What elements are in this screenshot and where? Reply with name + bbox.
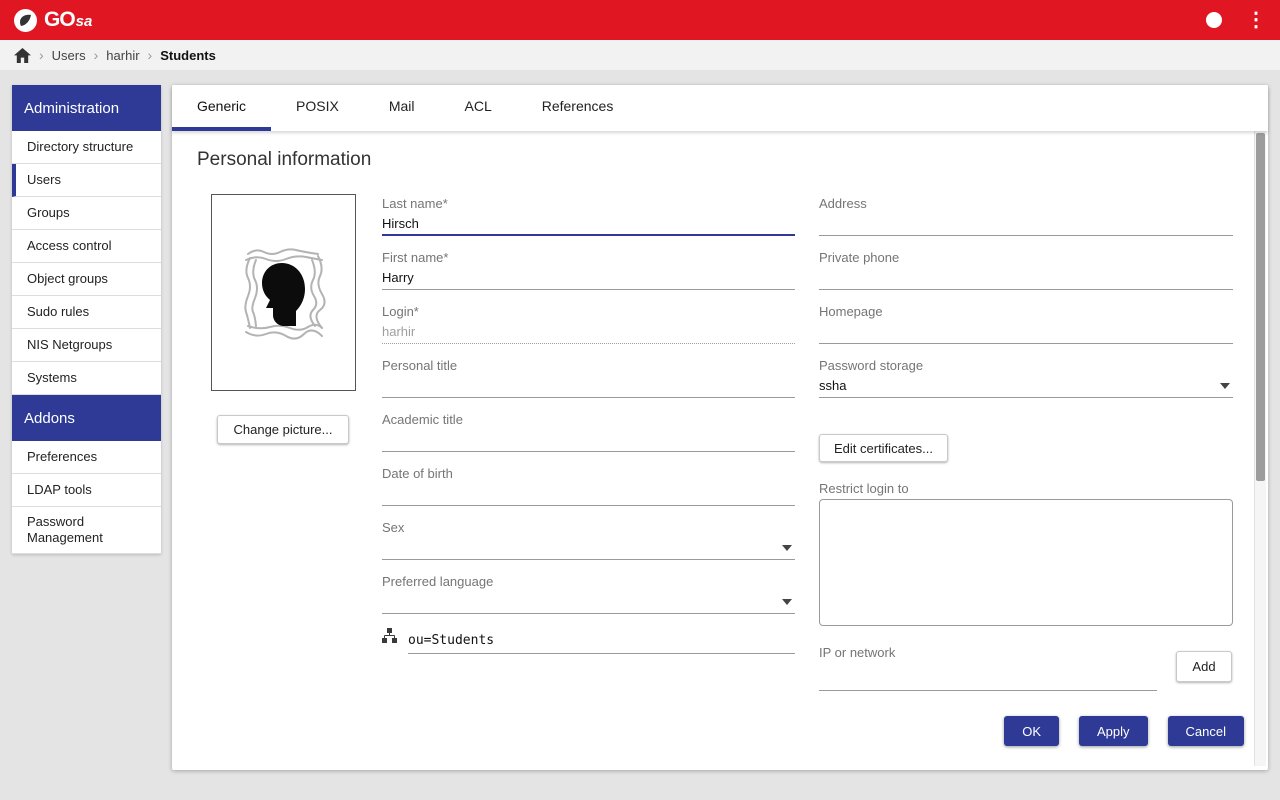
address-label: Address xyxy=(819,196,1233,212)
last-name-field: Last name* xyxy=(382,196,795,236)
form-column-right: Address Private phone Homepage Password … xyxy=(819,196,1233,685)
tab-acl[interactable]: ACL xyxy=(440,85,517,131)
breadcrumb-separator: › xyxy=(39,47,44,63)
top-bar-actions: ⋮ xyxy=(1206,12,1266,28)
address-field: Address xyxy=(819,196,1233,236)
first-name-label: First name* xyxy=(382,250,795,266)
sidebar-item-users[interactable]: Users xyxy=(12,164,161,197)
sidebar-item-password-management[interactable]: Password Management xyxy=(12,507,161,554)
sidebar-item-systems[interactable]: Systems xyxy=(12,362,161,395)
password-storage-field: Password storage xyxy=(819,358,1233,398)
last-name-input[interactable] xyxy=(382,212,795,236)
base-field xyxy=(382,628,795,654)
edit-certificates-button[interactable]: Edit certificates... xyxy=(819,434,948,462)
home-icon[interactable] xyxy=(14,48,31,63)
date-of-birth-field: Date of birth xyxy=(382,466,795,506)
first-name-field: First name* xyxy=(382,250,795,290)
sidebar-item-preferences[interactable]: Preferences xyxy=(12,441,161,474)
logo-text-sa: sa xyxy=(76,13,93,30)
sex-select[interactable] xyxy=(382,536,795,560)
login-field: Login* xyxy=(382,304,795,344)
status-circle[interactable] xyxy=(1206,12,1222,28)
logo-text-go: GO xyxy=(44,8,75,31)
restrict-login-textarea[interactable] xyxy=(819,499,1233,626)
sidebar: Administration Directory structure Users… xyxy=(12,85,161,554)
page-title: Personal information xyxy=(197,149,371,171)
personal-title-field: Personal title xyxy=(382,358,795,398)
tab-references[interactable]: References xyxy=(517,85,639,131)
homepage-input[interactable] xyxy=(819,320,1233,344)
login-label: Login* xyxy=(382,304,795,320)
tab-generic[interactable]: Generic xyxy=(172,85,271,131)
tab-posix[interactable]: POSIX xyxy=(271,85,364,131)
date-of-birth-input[interactable] xyxy=(382,482,795,506)
address-input[interactable] xyxy=(819,212,1233,236)
academic-title-label: Academic title xyxy=(382,412,795,428)
first-name-input[interactable] xyxy=(382,266,795,290)
sidebar-item-directory-structure[interactable]: Directory structure xyxy=(12,131,161,164)
homepage-label: Homepage xyxy=(819,304,1233,320)
gosa-logo: GOsa xyxy=(14,8,92,32)
date-of-birth-label: Date of birth xyxy=(382,466,795,482)
top-bar: GOsa ⋮ xyxy=(0,0,1280,40)
restrict-login-label: Restrict login to xyxy=(819,481,1233,496)
cancel-button[interactable]: Cancel xyxy=(1168,716,1244,746)
homepage-field: Homepage xyxy=(819,304,1233,344)
sidebar-item-sudo-rules[interactable]: Sudo rules xyxy=(12,296,161,329)
scrollbar-thumb[interactable] xyxy=(1256,133,1265,481)
breadcrumb-item-students: Students xyxy=(160,48,216,63)
private-phone-field: Private phone xyxy=(819,250,1233,290)
academic-title-field: Academic title xyxy=(382,412,795,452)
form-column-left: Last name* First name* Login* Personal t… xyxy=(382,196,795,654)
scrollbar-track[interactable] xyxy=(1254,131,1266,766)
sidebar-item-object-groups[interactable]: Object groups xyxy=(12,263,161,296)
password-storage-label: Password storage xyxy=(819,358,1233,374)
breadcrumb-item-harhir[interactable]: harhir xyxy=(106,48,139,63)
sidebar-item-ldap-tools[interactable]: LDAP tools xyxy=(12,474,161,507)
gosa-logo-icon xyxy=(14,9,37,32)
preferred-language-label: Preferred language xyxy=(382,574,795,590)
sex-label: Sex xyxy=(382,520,795,536)
base-input[interactable] xyxy=(408,628,795,654)
login-input xyxy=(382,320,795,344)
sidebar-item-access-control[interactable]: Access control xyxy=(12,230,161,263)
change-picture-button[interactable]: Change picture... xyxy=(217,415,349,444)
academic-title-input[interactable] xyxy=(382,428,795,452)
preferred-language-field: Preferred language xyxy=(382,574,795,614)
kebab-menu-icon[interactable]: ⋮ xyxy=(1246,12,1266,28)
breadcrumb-separator: › xyxy=(148,47,153,63)
password-storage-select[interactable] xyxy=(819,374,1233,398)
add-button[interactable]: Add xyxy=(1176,651,1232,682)
personal-title-label: Personal title xyxy=(382,358,795,374)
private-phone-input[interactable] xyxy=(819,266,1233,290)
personal-title-input[interactable] xyxy=(382,374,795,398)
ok-button[interactable]: OK xyxy=(1004,716,1059,746)
ip-or-network-input[interactable] xyxy=(819,667,1157,691)
head-silhouette xyxy=(262,263,305,326)
ip-or-network-label: IP or network xyxy=(819,645,1233,661)
sidebar-section-administration: Administration xyxy=(12,85,161,131)
user-photo xyxy=(211,194,356,391)
private-phone-label: Private phone xyxy=(819,250,1233,266)
ip-or-network-field: IP or network Add xyxy=(819,645,1233,685)
action-buttons: OK Apply Cancel xyxy=(1004,716,1244,746)
last-name-label: Last name* xyxy=(382,196,795,212)
sex-field: Sex xyxy=(382,520,795,560)
tab-mail[interactable]: Mail xyxy=(364,85,440,131)
breadcrumb: › Users › harhir › Students xyxy=(0,40,1280,70)
main-panel: Generic POSIX Mail ACL References Person… xyxy=(172,85,1268,770)
preferred-language-select[interactable] xyxy=(382,590,795,614)
sidebar-item-groups[interactable]: Groups xyxy=(12,197,161,230)
directory-tree-icon[interactable] xyxy=(382,628,397,648)
sidebar-section-addons: Addons xyxy=(12,395,161,441)
tab-bar: Generic POSIX Mail ACL References xyxy=(172,85,1268,131)
breadcrumb-separator: › xyxy=(94,47,99,63)
sidebar-item-nis-netgroups[interactable]: NIS Netgroups xyxy=(12,329,161,362)
breadcrumb-item-users[interactable]: Users xyxy=(52,48,86,63)
apply-button[interactable]: Apply xyxy=(1079,716,1148,746)
